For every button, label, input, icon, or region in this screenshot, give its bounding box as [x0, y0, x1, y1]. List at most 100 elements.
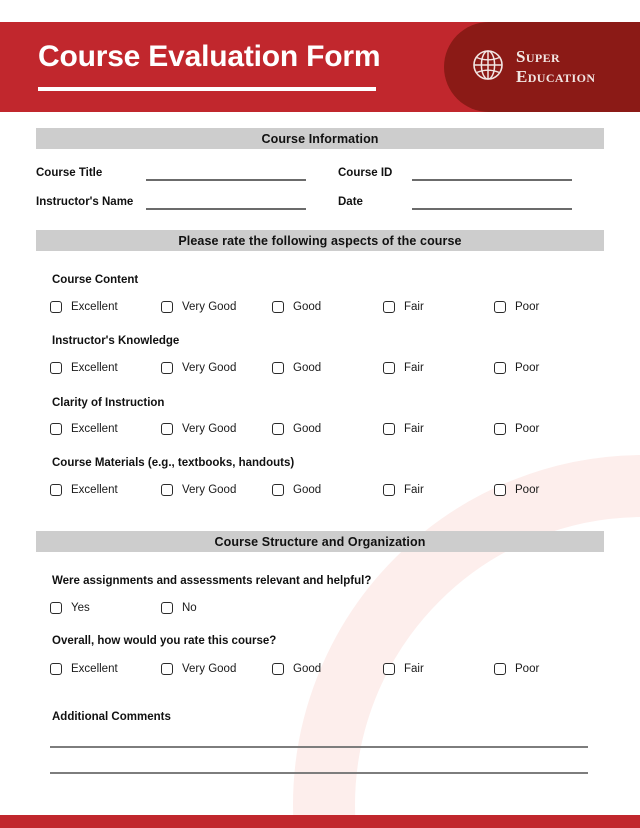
- option-label: Poor: [515, 484, 540, 496]
- checkbox-icon[interactable]: [161, 602, 173, 614]
- checkbox-icon[interactable]: [494, 362, 506, 374]
- checkbox-icon[interactable]: [50, 663, 62, 675]
- section-header-course-information: Course Information: [36, 128, 604, 149]
- option-course-materials-excellent[interactable]: Excellent: [50, 484, 118, 496]
- brand-name-line1: Super: [516, 46, 561, 66]
- checkbox-icon[interactable]: [161, 301, 173, 313]
- option-instructors-knowledge-very-good[interactable]: Very Good: [161, 362, 236, 374]
- comment-input-line-1[interactable]: [50, 746, 588, 748]
- question-label-course-materials: Course Materials (e.g., textbooks, hando…: [52, 457, 295, 469]
- option-instructors-knowledge-good[interactable]: Good: [272, 362, 321, 374]
- checkbox-icon[interactable]: [50, 423, 62, 435]
- question-label-course-content: Course Content: [52, 274, 139, 286]
- question-label-instructors-knowledge: Instructor's Knowledge: [52, 335, 180, 347]
- option-label: Excellent: [71, 484, 118, 496]
- option-course-materials-fair[interactable]: Fair: [383, 484, 424, 496]
- input-course-title[interactable]: [146, 179, 306, 181]
- checkbox-icon[interactable]: [161, 423, 173, 435]
- checkbox-icon[interactable]: [50, 484, 62, 496]
- checkbox-icon[interactable]: [494, 301, 506, 313]
- option-course-content-very-good[interactable]: Very Good: [161, 301, 236, 313]
- option-clarity-of-instruction-poor[interactable]: Poor: [494, 423, 539, 435]
- option-instructors-knowledge-poor[interactable]: Poor: [494, 362, 539, 374]
- section-header-course-structure: Course Structure and Organization: [36, 531, 604, 552]
- checkbox-icon[interactable]: [383, 484, 395, 496]
- option-label: Fair: [404, 423, 424, 435]
- option-course-content-excellent[interactable]: Excellent: [50, 301, 118, 313]
- checkbox-icon[interactable]: [494, 484, 506, 496]
- option-label: Fair: [404, 663, 424, 675]
- page-header: Course Evaluation Form Super Education: [0, 22, 640, 112]
- checkbox-icon[interactable]: [161, 484, 173, 496]
- option-overall-excellent[interactable]: Excellent: [50, 663, 118, 675]
- option-clarity-of-instruction-fair[interactable]: Fair: [383, 423, 424, 435]
- input-instructors-name[interactable]: [146, 208, 306, 210]
- question-label-assignments-relevant: Were assignments and assessments relevan…: [52, 575, 372, 587]
- checkbox-icon[interactable]: [272, 423, 284, 435]
- option-clarity-of-instruction-good[interactable]: Good: [272, 423, 321, 435]
- checkbox-icon[interactable]: [494, 423, 506, 435]
- label-course-id: Course ID: [338, 167, 393, 179]
- input-date[interactable]: [412, 208, 572, 210]
- section-title: Course Information: [261, 131, 379, 146]
- label-instructors-name: Instructor's Name: [36, 196, 134, 208]
- comment-input-line-2[interactable]: [50, 772, 588, 774]
- option-label: Poor: [515, 301, 540, 313]
- label-date: Date: [338, 196, 363, 208]
- option-label: Excellent: [71, 301, 118, 313]
- checkbox-icon[interactable]: [161, 663, 173, 675]
- checkbox-icon[interactable]: [272, 301, 284, 313]
- checkbox-icon[interactable]: [383, 301, 395, 313]
- option-overall-good[interactable]: Good: [272, 663, 321, 675]
- checkbox-icon[interactable]: [161, 362, 173, 374]
- checkbox-icon[interactable]: [272, 484, 284, 496]
- question-label-clarity-of-instruction: Clarity of Instruction: [52, 397, 165, 409]
- option-label: Good: [293, 663, 322, 675]
- checkbox-icon[interactable]: [383, 663, 395, 675]
- title-underline: [38, 87, 376, 91]
- option-label: Very Good: [182, 423, 237, 435]
- option-label: Very Good: [182, 663, 237, 675]
- question-label-overall-rating: Overall, how would you rate this course?: [52, 635, 277, 647]
- page-footer-bar: [0, 815, 640, 828]
- option-overall-poor[interactable]: Poor: [494, 663, 539, 675]
- option-label: Fair: [404, 362, 424, 374]
- checkbox-icon[interactable]: [383, 362, 395, 374]
- brand-name: Super Education: [516, 47, 595, 87]
- checkbox-icon[interactable]: [50, 362, 62, 374]
- section-title: Course Structure and Organization: [214, 534, 426, 549]
- checkbox-icon[interactable]: [50, 301, 62, 313]
- option-course-content-fair[interactable]: Fair: [383, 301, 424, 313]
- option-assignments-yes[interactable]: Yes: [50, 602, 90, 614]
- option-clarity-of-instruction-excellent[interactable]: Excellent: [50, 423, 118, 435]
- label-course-title: Course Title: [36, 167, 103, 179]
- option-instructors-knowledge-fair[interactable]: Fair: [383, 362, 424, 374]
- option-course-materials-poor[interactable]: Poor: [494, 484, 539, 496]
- option-course-materials-good[interactable]: Good: [272, 484, 321, 496]
- option-label: Poor: [515, 423, 540, 435]
- option-label: No: [182, 602, 197, 614]
- globe-icon: [472, 49, 504, 86]
- section-title: Please rate the following aspects of the…: [178, 233, 462, 248]
- checkbox-icon[interactable]: [383, 423, 395, 435]
- option-course-materials-very-good[interactable]: Very Good: [161, 484, 236, 496]
- option-clarity-of-instruction-very-good[interactable]: Very Good: [161, 423, 236, 435]
- checkbox-icon[interactable]: [494, 663, 506, 675]
- option-label: Excellent: [71, 663, 118, 675]
- option-overall-fair[interactable]: Fair: [383, 663, 424, 675]
- option-label: Good: [293, 301, 322, 313]
- checkbox-icon[interactable]: [272, 362, 284, 374]
- option-assignments-no[interactable]: No: [161, 602, 197, 614]
- option-course-content-good[interactable]: Good: [272, 301, 321, 313]
- option-label: Fair: [404, 301, 424, 313]
- input-course-id[interactable]: [412, 179, 572, 181]
- option-label: Poor: [515, 362, 540, 374]
- checkbox-icon[interactable]: [50, 602, 62, 614]
- checkbox-icon[interactable]: [272, 663, 284, 675]
- option-instructors-knowledge-excellent[interactable]: Excellent: [50, 362, 118, 374]
- option-overall-very-good[interactable]: Very Good: [161, 663, 236, 675]
- page-title: Course Evaluation Form: [38, 40, 381, 73]
- option-label: Poor: [515, 663, 540, 675]
- section-header-ratings: Please rate the following aspects of the…: [36, 230, 604, 251]
- option-course-content-poor[interactable]: Poor: [494, 301, 539, 313]
